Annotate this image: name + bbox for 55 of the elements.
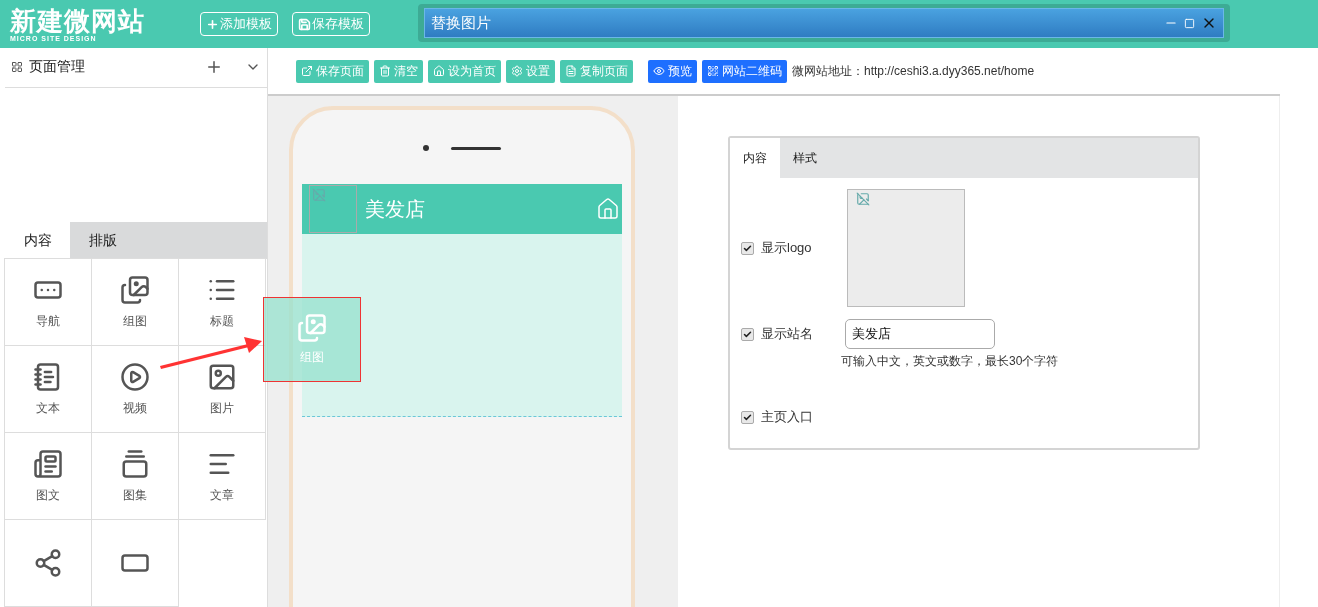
speaker-slot [451,146,501,150]
qr-code-button[interactable]: 网站二维码 [702,59,787,83]
widget-label: 文章 [210,486,234,504]
widget-label: 导航 [36,312,60,330]
images-icon [297,313,327,343]
maximize-icon[interactable] [1184,17,1195,29]
site-address: 微网站地址：http://ceshi3.a.dyy365.net/home [792,62,1035,80]
gallery-icon [120,448,150,479]
option-label: 显示logo [761,239,813,257]
widget-label: 组图 [300,349,324,366]
widget-label: 图集 [123,486,147,504]
tab[interactable]: 样式 [780,138,830,178]
widget-label: 视频 [123,399,147,417]
play-icon [120,361,150,392]
logo-title: 新建微网站 [10,6,146,35]
hint-text: 可输入中文，英文或数字，最长30个字符 [841,353,1059,370]
tab[interactable]: 排版 [70,222,135,259]
save-icon [298,17,311,31]
eye-icon [653,65,665,77]
site-name: 美发店 [365,196,426,222]
home-icon [433,65,445,77]
file-icon [565,65,577,77]
widget-tile[interactable]: 标题 [178,258,266,346]
trash-icon [379,65,391,77]
qr-code-icon [707,65,719,77]
share-icon [33,548,63,578]
widget-label: 图文 [36,486,60,504]
page-manager-title: 页面管理 [29,58,86,77]
widget-tile[interactable]: 导航 [4,258,92,346]
checkbox[interactable] [741,327,754,341]
widget-label: 文本 [36,399,60,417]
tab[interactable]: 内容 [5,222,70,259]
settings-icon [511,65,523,77]
option-label: 显示站名 [761,325,814,343]
camera-dot [423,145,429,151]
widget-tile[interactable] [4,519,92,607]
tab[interactable]: 内容 [730,138,780,178]
broken-image-icon [856,192,870,206]
broken-image-icon [312,188,326,202]
images-icon [120,274,150,305]
image-text-icon [33,448,63,479]
widget-tile[interactable] [91,519,179,607]
site-name-field[interactable]: 美发店 [845,319,995,349]
widget-tile[interactable]: 文章 [178,432,266,520]
grid-icon [11,61,23,74]
widget-label: 组图 [123,312,147,330]
dialog-title: 替换图片 [431,13,492,33]
checkbox[interactable] [741,410,754,424]
preview-button[interactable]: 预览 [648,59,697,83]
widget-label: 标题 [210,312,234,330]
option-label: 主页入口 [761,408,814,426]
plus-icon [206,17,219,31]
widget-label: 图片 [210,399,234,417]
share-icon [301,65,313,77]
checkbox[interactable] [741,241,754,255]
